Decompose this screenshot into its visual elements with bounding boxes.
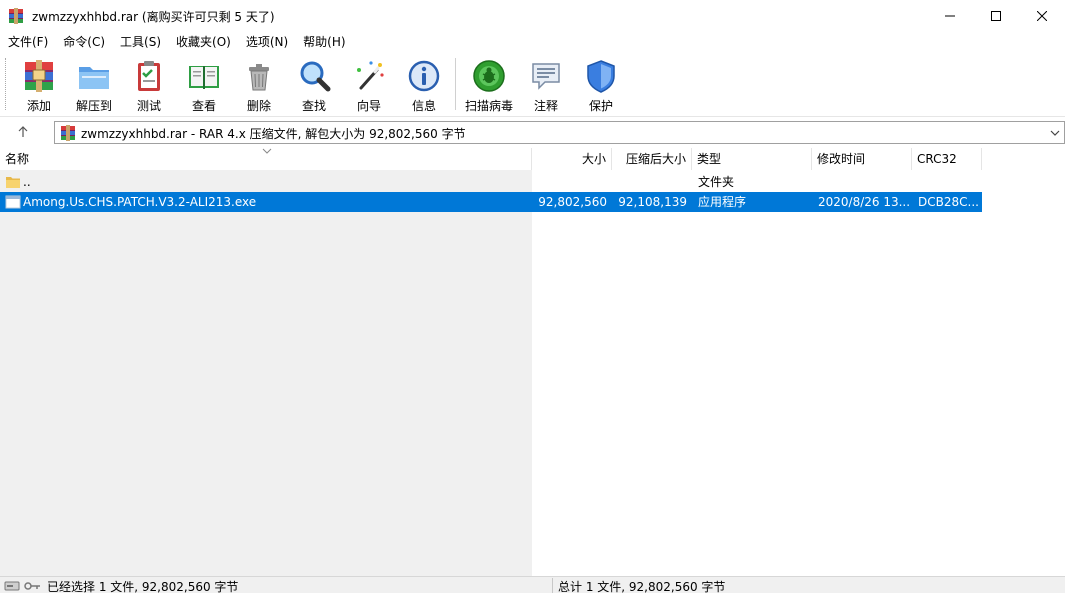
minimize-icon — [945, 15, 955, 17]
protect-label: 保护 — [588, 99, 613, 113]
address-bar: zwmzzyxhhbd.rar - RAR 4.x 压缩文件, 解包大小为 92… — [0, 117, 1065, 147]
menu-tools[interactable]: 工具(S) — [112, 32, 168, 52]
file-packed-size: 92,108,139 — [618, 195, 687, 209]
list-item-parent-folder[interactable]: .. 文件夹 — [0, 172, 982, 192]
test-checklist-icon — [138, 61, 160, 91]
view-label: 查看 — [191, 99, 216, 113]
drive-key-icon — [4, 581, 40, 591]
delete-button[interactable]: 删除 — [232, 56, 286, 114]
file-size: 92,802,560 — [538, 195, 607, 209]
folder-icon — [6, 177, 20, 188]
find-button[interactable]: 查找 — [287, 56, 341, 114]
info-button[interactable]: 信息 — [397, 56, 451, 114]
file-packed-size — [612, 172, 687, 192]
add-button[interactable]: 添加 — [12, 56, 66, 114]
file-name: Among.Us.CHS.PATCH.V3.2-ALI213.exe — [23, 195, 257, 209]
delete-label: 删除 — [246, 99, 271, 113]
book-icon — [189, 66, 219, 89]
rar-archive-icon — [61, 125, 75, 141]
view-button[interactable]: 查看 — [177, 56, 231, 114]
address-text: zwmzzyxhhbd.rar - RAR 4.x 压缩文件, 解包大小为 92… — [81, 127, 466, 141]
info-label: 信息 — [411, 99, 436, 113]
window-title: zwmzzyxhhbd.rar (离购买许可只剩 5 天了) — [32, 10, 275, 24]
list-item-selected-file[interactable]: Among.Us.CHS.PATCH.V3.2-ALI213.exe 92,80… — [0, 192, 982, 212]
application-file-icon — [5, 195, 21, 209]
shield-icon — [587, 60, 615, 93]
toolbar-grip[interactable] — [5, 58, 8, 110]
magnifier-icon — [300, 61, 331, 92]
close-icon — [1037, 11, 1047, 21]
arrow-up-icon — [18, 126, 28, 137]
file-modified: 2020/8/26 13... — [818, 195, 910, 209]
file-name: .. — [23, 175, 31, 189]
column-modified[interactable]: 修改时间 — [812, 148, 912, 170]
menu-commands[interactable]: 命令(C) — [55, 32, 112, 52]
menu-bar: 文件(F) 命令(C) 工具(S) 收藏夹(O) 选项(N) 帮助(H) — [0, 32, 1065, 52]
add-label: 添加 — [26, 99, 51, 113]
protect-button[interactable]: 保护 — [574, 56, 628, 114]
up-folder-button[interactable] — [8, 122, 38, 142]
column-packed-size[interactable]: 压缩后大小 — [612, 148, 692, 170]
test-label: 测试 — [136, 99, 161, 113]
status-total-text: 总计 1 文件, 92,802,560 字节 — [558, 580, 726, 593]
list-header: 名称 大小 压缩后大小 类型 修改时间 CRC32 — [0, 148, 1065, 170]
column-type[interactable]: 类型 — [692, 148, 812, 170]
menu-options[interactable]: 选项(N) — [238, 32, 295, 52]
file-type: 应用程序 — [698, 195, 747, 209]
status-bar: 已经选择 1 文件, 92,802,560 字节 总计 1 文件, 92,802… — [0, 576, 1065, 593]
close-button[interactable] — [1019, 0, 1065, 32]
magic-wand-icon — [357, 61, 384, 90]
comment-label: 注释 — [533, 99, 558, 113]
address-dropdown-button[interactable] — [1048, 125, 1062, 141]
folder-icon — [79, 67, 109, 89]
wizard-label: 向导 — [356, 99, 381, 113]
virus-scan-icon — [473, 60, 505, 92]
file-crc32: DCB28C... — [918, 195, 979, 209]
title-bar: zwmzzyxhhbd.rar (离购买许可只剩 5 天了) — [0, 0, 1065, 32]
add-archive-icon — [25, 60, 53, 92]
menu-help[interactable]: 帮助(H) — [295, 32, 352, 52]
comment-button[interactable]: 注释 — [519, 56, 573, 114]
file-crc32 — [918, 172, 980, 192]
maximize-button[interactable] — [973, 0, 1019, 32]
winrar-app-icon[interactable] — [8, 8, 24, 24]
chevron-down-icon — [1050, 130, 1060, 136]
trash-icon — [249, 64, 269, 91]
extract-button[interactable]: 解压到 — [67, 56, 121, 114]
file-size — [532, 172, 607, 192]
sort-caret-icon — [262, 148, 272, 154]
find-label: 查找 — [301, 99, 326, 113]
status-selection-text: 已经选择 1 文件, 92,802,560 字节 — [47, 580, 239, 593]
file-list[interactable]: 名称 大小 压缩后大小 类型 修改时间 CRC32 .. 文件夹 Among.U… — [0, 148, 1065, 576]
toolbar-separator — [455, 58, 456, 110]
extract-label: 解压到 — [75, 99, 112, 113]
info-icon — [408, 60, 440, 92]
toolbar: 添加 解压到 测试 查看 删除 查找 向导 信息 扫描病毒 注释 保护 — [0, 52, 1065, 117]
scan-virus-label: 扫描病毒 — [464, 99, 513, 113]
address-field[interactable]: zwmzzyxhhbd.rar - RAR 4.x 压缩文件, 解包大小为 92… — [54, 121, 1065, 144]
minimize-button[interactable] — [927, 0, 973, 32]
column-size[interactable]: 大小 — [532, 148, 612, 170]
file-type: 文件夹 — [698, 175, 735, 189]
maximize-icon — [991, 11, 1001, 21]
file-modified — [818, 172, 910, 192]
scan-virus-button[interactable]: 扫描病毒 — [462, 56, 516, 114]
status-divider — [552, 578, 553, 593]
wizard-button[interactable]: 向导 — [342, 56, 396, 114]
comment-icon — [532, 63, 560, 90]
menu-file[interactable]: 文件(F) — [0, 32, 55, 52]
column-crc32[interactable]: CRC32 — [912, 148, 982, 170]
test-button[interactable]: 测试 — [122, 56, 176, 114]
menu-favorites[interactable]: 收藏夹(O) — [168, 32, 238, 52]
